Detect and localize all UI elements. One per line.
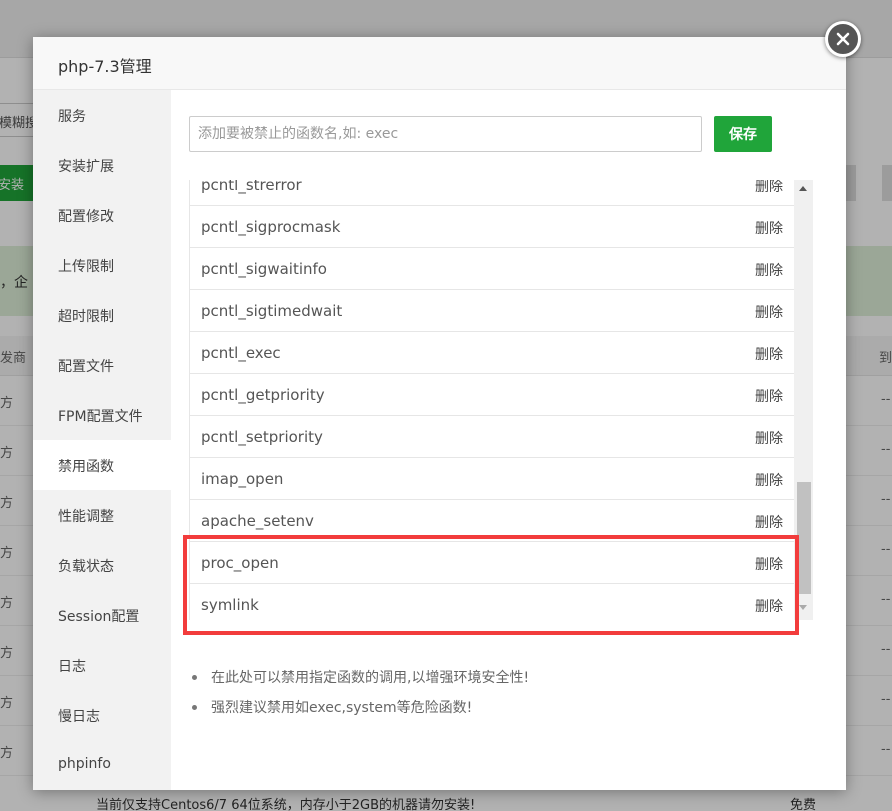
delete-function-link[interactable]: 删除: [755, 470, 783, 490]
delete-function-link[interactable]: 删除: [755, 180, 783, 196]
function-row: pcntl_sigtimedwait 删除: [190, 290, 794, 332]
function-row: pcntl_exec 删除: [190, 332, 794, 374]
save-button[interactable]: 保存: [714, 116, 772, 152]
tip-item: 强烈建议禁用如exec,system等危险函数!: [189, 697, 789, 727]
modal-sidebar: 服务 安装扩展 配置修改 上传限制 超时限制 配置文件 FPM配置文件 禁用函数 性能调整 负载状…: [33, 90, 171, 790]
sidebar-item[interactable]: 慢日志: [33, 690, 171, 740]
sidebar-item[interactable]: 日志: [33, 640, 171, 690]
function-name: pcntl_sigprocmask: [201, 218, 341, 236]
close-modal-button[interactable]: [825, 21, 861, 57]
sidebar-item[interactable]: 超时限制: [33, 290, 171, 340]
modal-header: php-7.3管理: [33, 37, 846, 90]
sidebar-item[interactable]: Session配置: [33, 590, 171, 640]
sidebar-item[interactable]: FPM配置文件: [33, 390, 171, 440]
sidebar-item[interactable]: phpinfo: [33, 740, 171, 790]
sidebar-item[interactable]: 上传限制: [33, 240, 171, 290]
scrollbar-thumb[interactable]: [797, 482, 811, 594]
delete-function-link[interactable]: 删除: [755, 428, 783, 448]
function-name: pcntl_getpriority: [201, 386, 325, 404]
function-row: pcntl_setpriority 删除: [190, 416, 794, 458]
scroll-up-arrow-icon[interactable]: [799, 186, 807, 191]
function-name: pcntl_sigtimedwait: [201, 302, 343, 320]
sidebar-item[interactable]: 配置文件: [33, 340, 171, 390]
modal-title: php-7.3管理: [58, 57, 152, 76]
sidebar-item[interactable]: 禁用函数: [33, 440, 171, 490]
delete-function-link[interactable]: 删除: [755, 344, 783, 364]
sidebar-item[interactable]: 性能调整: [33, 490, 171, 540]
delete-function-link[interactable]: 删除: [755, 512, 783, 532]
sidebar-item[interactable]: 服务: [33, 90, 171, 140]
function-name: imap_open: [201, 470, 284, 488]
function-name: apache_setenv: [201, 512, 314, 530]
delete-function-link[interactable]: 删除: [755, 302, 783, 322]
tips-list: 在此处可以禁用指定函数的调用,以增强环境安全性! 强烈建议禁用如exec,syst…: [189, 667, 789, 727]
function-row: imap_open 删除: [190, 458, 794, 500]
function-name: pcntl_sigwaitinfo: [201, 260, 327, 278]
function-name: pcntl_setpriority: [201, 428, 323, 446]
function-row: pcntl_strerror 删除: [190, 180, 794, 206]
sidebar-item[interactable]: 配置修改: [33, 190, 171, 240]
delete-function-link[interactable]: 删除: [755, 260, 783, 280]
function-row: pcntl_sigwaitinfo 删除: [190, 248, 794, 290]
delete-function-link[interactable]: 删除: [755, 218, 783, 238]
scroll-down-arrow-icon[interactable]: [799, 605, 807, 610]
close-icon: [836, 32, 850, 46]
disabled-functions-panel: 保存 pcntl_strerror删除pcntl_sigprocmask删除pc…: [171, 90, 846, 790]
function-name-input[interactable]: [189, 116, 702, 152]
delete-function-link[interactable]: 删除: [755, 386, 783, 406]
function-name: pcntl_strerror: [201, 180, 302, 194]
sidebar-item[interactable]: 负载状态: [33, 540, 171, 590]
highlight-annotation-box: [183, 535, 799, 635]
function-row: pcntl_getpriority 删除: [190, 374, 794, 416]
sidebar-item[interactable]: 安装扩展: [33, 140, 171, 190]
function-name: pcntl_exec: [201, 344, 281, 362]
php-manager-modal: php-7.3管理 服务 安装扩展 配置修改 上传限制 超时限制 配置文件 FPM配置文件禁…: [33, 37, 846, 790]
function-row: pcntl_sigprocmask 删除: [190, 206, 794, 248]
tip-item: 在此处可以禁用指定函数的调用,以增强环境安全性!: [189, 667, 789, 697]
